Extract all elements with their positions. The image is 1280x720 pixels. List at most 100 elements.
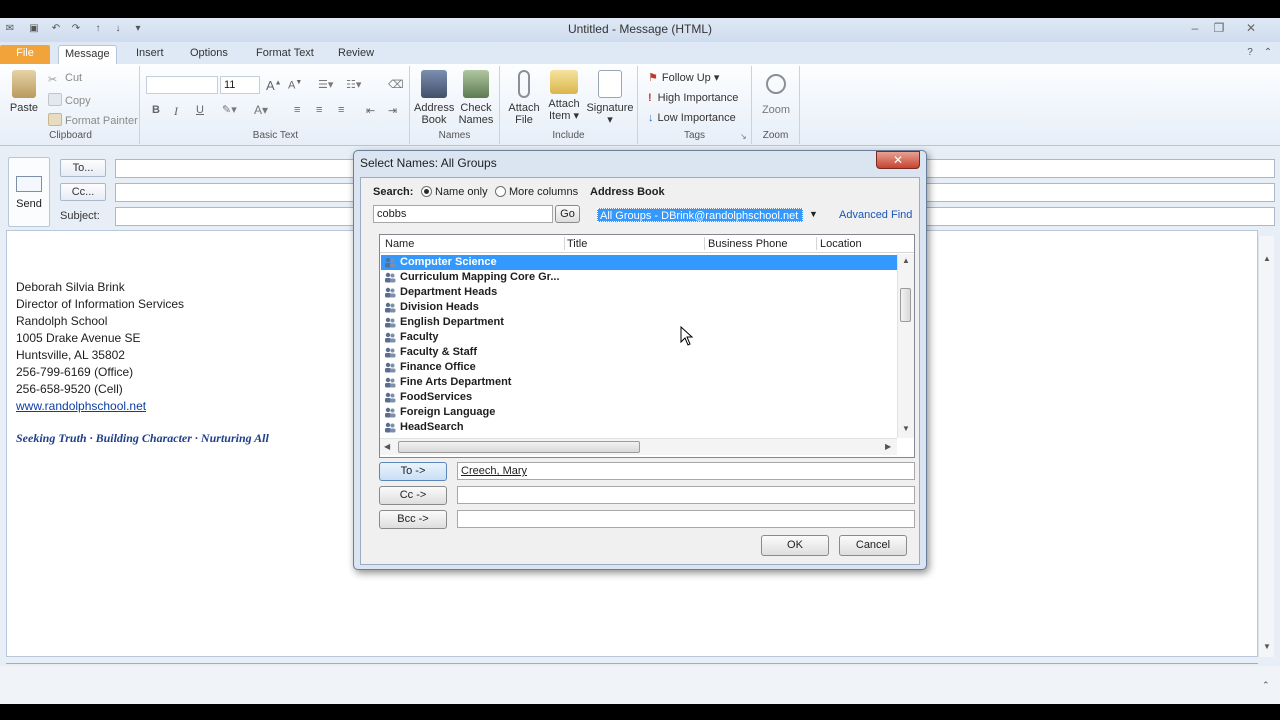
expand-pane-icon[interactable]: ⌃ — [1262, 680, 1270, 691]
group-icon — [384, 302, 396, 313]
list-header: Name Title Business Phone Location — [380, 235, 914, 253]
cc-recipient-button[interactable]: Cc -> — [379, 486, 447, 505]
column-separator[interactable] — [564, 237, 565, 250]
signature-icon — [598, 70, 622, 98]
format-painter-button[interactable]: Format Painter — [48, 113, 138, 127]
advanced-find-link[interactable]: Advanced Find — [839, 209, 912, 221]
scroll-up-icon[interactable]: ▲ — [902, 256, 910, 265]
cut-button[interactable]: ✂ Cut — [48, 72, 82, 86]
list-item[interactable]: HeadSearch — [381, 420, 897, 438]
list-item[interactable]: Department Heads — [381, 285, 897, 300]
close-window-icon[interactable]: ✕ — [1240, 20, 1262, 36]
attach-file-button[interactable]: Attach File — [504, 70, 544, 126]
column-header-location[interactable]: Location — [820, 238, 862, 250]
scroll-thumb[interactable] — [900, 288, 911, 322]
underline-button[interactable]: U — [196, 104, 204, 116]
high-importance-button[interactable]: ! High Importance — [648, 92, 738, 104]
scroll-thumb[interactable] — [398, 441, 640, 453]
list-vertical-scrollbar[interactable]: ▲ ▼ — [897, 254, 914, 438]
list-item[interactable]: Computer Science — [381, 255, 897, 270]
scroll-up-icon[interactable]: ▲ — [1263, 254, 1271, 263]
list-item[interactable]: Faculty & Staff — [381, 345, 897, 360]
address-book-dropdown[interactable]: All Groups - DBrink@randolphschool.net ▼ — [597, 208, 819, 223]
highlight-icon[interactable]: ✎▾ — [222, 103, 237, 116]
signature-button[interactable]: Signature ▾ — [584, 70, 636, 126]
paste-button[interactable]: Paste — [6, 70, 42, 114]
tab-options[interactable]: Options — [184, 45, 234, 64]
attach-item-button[interactable]: Attach Item ▾ — [544, 70, 584, 122]
check-names-button[interactable]: Check Names — [456, 70, 496, 126]
search-input[interactable]: cobbs — [373, 205, 553, 223]
minimize-ribbon-icon[interactable]: ⌃ — [1262, 47, 1274, 59]
cc-button[interactable]: Cc... — [60, 183, 106, 201]
minimize-icon[interactable]: – — [1184, 20, 1206, 36]
column-separator[interactable] — [816, 237, 817, 250]
list-item[interactable]: Foreign Language — [381, 405, 897, 420]
align-center-icon[interactable]: ≡ — [316, 104, 322, 116]
list-item[interactable]: Faculty — [381, 330, 897, 345]
zoom-button[interactable]: Zoom — [756, 70, 796, 116]
go-button[interactable]: Go — [555, 205, 580, 223]
column-header-business-phone[interactable]: Business Phone — [708, 238, 788, 250]
dialog-close-button[interactable]: ✕ — [876, 151, 920, 169]
list-item[interactable]: Finance Office — [381, 360, 897, 375]
tab-format-text[interactable]: Format Text — [250, 45, 320, 64]
column-separator[interactable] — [704, 237, 705, 250]
increase-indent-icon[interactable]: ⇥ — [388, 104, 397, 117]
tab-file[interactable]: File — [0, 45, 50, 64]
scroll-down-icon[interactable]: ▼ — [1263, 642, 1271, 651]
list-item[interactable]: Division Heads — [381, 300, 897, 315]
scroll-down-icon[interactable]: ▼ — [902, 424, 910, 433]
clear-formatting-icon[interactable]: ⌫ — [388, 78, 404, 91]
ok-button[interactable]: OK — [761, 535, 829, 556]
copy-button[interactable]: Copy — [48, 93, 91, 107]
clipboard-icon — [12, 70, 36, 98]
tab-insert[interactable]: Insert — [130, 45, 170, 64]
font-size-combobox[interactable]: 11 — [220, 76, 260, 94]
follow-up-button[interactable]: ⚑ Follow Up ▾ — [648, 71, 719, 84]
scroll-left-icon[interactable]: ◀ — [384, 442, 390, 451]
grow-font-icon[interactable]: A▲ — [266, 78, 282, 93]
help-icon[interactable]: ? — [1244, 47, 1256, 59]
decrease-indent-icon[interactable]: ⇤ — [366, 104, 375, 117]
restore-icon[interactable]: ❐ — [1208, 20, 1230, 36]
list-item[interactable]: FoodServices — [381, 390, 897, 405]
list-item[interactable]: English Department — [381, 315, 897, 330]
to-recipients-field[interactable]: Creech, Mary — [457, 462, 915, 480]
list-item[interactable]: Fine Arts Department — [381, 375, 897, 390]
bullets-icon[interactable]: ☰▾ — [318, 78, 333, 91]
bold-button[interactable]: B — [152, 104, 160, 116]
signature-line: 256-799-6169 (Office) — [16, 365, 134, 379]
list-horizontal-scrollbar[interactable]: ◀ ▶ — [380, 438, 897, 455]
group-icon — [384, 407, 396, 418]
to-recipient-button[interactable]: To -> — [379, 462, 447, 481]
send-button[interactable]: Send — [8, 157, 50, 227]
bcc-recipient-button[interactable]: Bcc -> — [379, 510, 447, 529]
cc-recipients-field[interactable] — [457, 486, 915, 504]
more-columns-radio[interactable]: More columns — [495, 186, 578, 198]
tab-message[interactable]: Message — [58, 45, 117, 64]
font-name-combobox[interactable] — [146, 76, 218, 94]
font-color-icon[interactable]: A▾ — [254, 103, 268, 117]
numbering-icon[interactable]: ☷▾ — [346, 78, 361, 91]
shrink-font-icon[interactable]: A▼ — [288, 79, 302, 92]
bcc-recipients-field[interactable] — [457, 510, 915, 528]
address-book-button[interactable]: Address Book — [414, 70, 454, 126]
scroll-right-icon[interactable]: ▶ — [885, 442, 891, 451]
tab-review[interactable]: Review — [332, 45, 380, 64]
align-left-icon[interactable]: ≡ — [294, 104, 300, 116]
cancel-button[interactable]: Cancel — [839, 535, 907, 556]
signature-line: 1005 Drake Avenue SE — [16, 331, 141, 345]
name-only-radio[interactable]: Name only — [421, 186, 488, 198]
italic-button[interactable]: I — [174, 104, 178, 119]
align-right-icon[interactable]: ≡ — [338, 104, 344, 116]
low-importance-button[interactable]: ↓ Low Importance — [648, 112, 736, 124]
body-vertical-scrollbar[interactable]: ▲ ▼ — [1258, 236, 1274, 657]
column-header-title[interactable]: Title — [567, 238, 587, 250]
column-header-name[interactable]: Name — [385, 238, 414, 250]
to-button[interactable]: To... — [60, 159, 106, 177]
signature-dropdown-icon: ▾ — [607, 114, 613, 126]
website-link[interactable]: www.randolphschool.net — [16, 399, 146, 413]
address-list[interactable]: Name Title Business Phone Location Compu… — [379, 234, 915, 458]
list-item[interactable]: Curriculum Mapping Core Gr... — [381, 270, 897, 285]
